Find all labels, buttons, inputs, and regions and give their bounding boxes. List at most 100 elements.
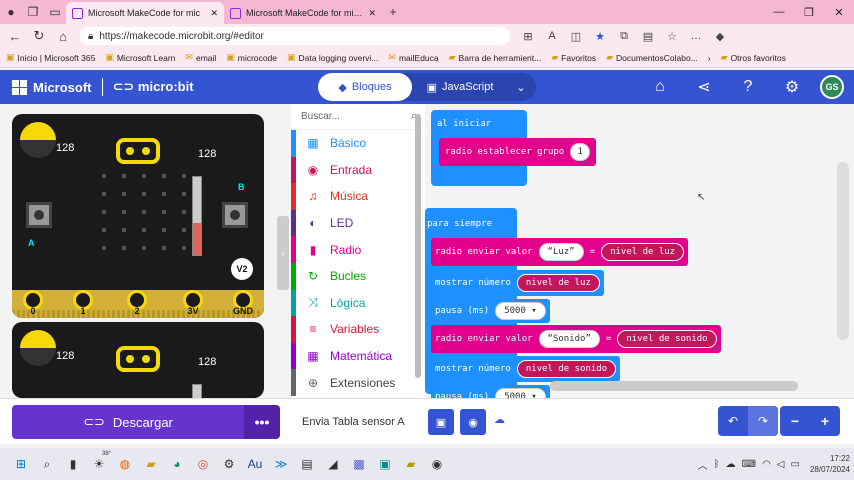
share-icon[interactable]: ⋖ [682, 77, 726, 97]
windows-start-icon[interactable]: ⊞ [10, 453, 32, 475]
toolbox-scrollbar[interactable] [415, 114, 421, 378]
teams-icon[interactable]: ▩ [348, 453, 370, 475]
bookmark-item[interactable]: ▰ Barra de herramient... [449, 52, 542, 63]
chrome-icon[interactable]: ◎ [192, 453, 214, 475]
sound-level-reporter[interactable]: nivel de sonido [617, 330, 717, 348]
home-icon[interactable]: ⌂ [52, 25, 74, 47]
tab-actions-icon[interactable]: ▭ [44, 1, 66, 23]
bookmark-item[interactable]: ✉ email [185, 52, 216, 63]
close-tab-icon[interactable]: ✕ [210, 8, 218, 19]
workspace-vertical-scrollbar[interactable] [837, 162, 849, 340]
file-explorer-icon[interactable]: ▰ [140, 453, 162, 475]
task-view-icon[interactable]: ▮ [62, 453, 84, 475]
edge-icon[interactable]: ◕ [166, 453, 188, 475]
toolbox-category-matematica[interactable]: ▦ Matemática [291, 342, 425, 370]
temperature-slider[interactable] [192, 176, 202, 256]
microbit-logo[interactable]: ⊂⊃ micro:bit [113, 79, 194, 95]
toolbox-category-led[interactable]: ◐ LED [291, 209, 425, 237]
home-icon[interactable]: ⌂ [638, 78, 682, 96]
collapse-simulator-handle[interactable]: ‹ [277, 216, 289, 290]
pin-gnd[interactable]: GND [230, 290, 256, 318]
save-button[interactable]: ▣ [428, 409, 454, 435]
toolbox-category-extensiones[interactable]: ⊕ Extensiones [291, 369, 425, 396]
profile-icon[interactable]: ● [0, 1, 22, 23]
pin-3v[interactable]: 3V [180, 290, 206, 318]
microbit-logo-face[interactable] [116, 138, 160, 164]
pause-block[interactable]: pausa (ms) 5000 ▾ [431, 385, 550, 398]
bookmark-item[interactable]: ▣ Microsoft Learn [105, 52, 175, 63]
toolbox-category-variables[interactable]: ≡ Variables [291, 316, 425, 343]
extensions-icon[interactable]: ⧉ [614, 30, 634, 43]
light-level-reporter[interactable]: nivel de luz [601, 243, 685, 261]
bookmark-item[interactable]: ▣ microcode [226, 52, 277, 63]
inkscape-icon[interactable]: ◢ [322, 453, 344, 475]
wifi-icon[interactable]: ◠ [762, 459, 771, 470]
chevron-down-icon[interactable]: ⌄ [508, 81, 534, 94]
sound-level-reporter[interactable]: nivel de sonido [516, 360, 617, 378]
microbit-logo-face[interactable] [116, 346, 160, 372]
workspaces-icon[interactable]: ❐ [22, 1, 44, 23]
browser-menu-icon[interactable]: … [686, 30, 706, 43]
battery-icon[interactable]: ▭ [791, 459, 800, 470]
url-input[interactable]: 🔒︎ https://makecode.microbit.org/#editor [80, 27, 510, 45]
audition-icon[interactable]: Au [244, 453, 266, 475]
undo-icon[interactable]: ↶ [718, 406, 748, 436]
javascript-mode-button[interactable]: ▣ JavaScript [412, 73, 508, 101]
toolbox-category-radio[interactable]: ▮ Radio [291, 236, 425, 263]
firefox-icon[interactable]: ◍ [114, 453, 136, 475]
show-hidden-icons-icon[interactable]: ︿ [698, 457, 708, 472]
toolbox-category-bucles[interactable]: ↻ Bucles [291, 262, 425, 290]
pin-2[interactable]: 2 [124, 290, 150, 318]
restore-icon[interactable]: ❐ [794, 6, 824, 19]
radio-send-value-block[interactable]: radio enviar valor “ Luz ” = nivel de lu… [431, 238, 689, 266]
bookmark-item[interactable]: ▣ Inicio | Microsoft 365 [6, 52, 95, 63]
radio-send-value-block[interactable]: radio enviar valor “ Sonido ” = nivel de… [431, 325, 721, 353]
minimize-icon[interactable]: — [764, 6, 794, 19]
more-options-button[interactable]: ••• [244, 405, 280, 439]
button-b[interactable] [222, 202, 248, 228]
string-value[interactable]: “ Luz ” [538, 243, 584, 261]
pause-block[interactable]: pausa (ms) 5000 ▾ [431, 299, 550, 323]
tab-makecode-1[interactable]: Microsoft MakeCode for mic ✕ [66, 2, 224, 24]
avatar[interactable]: GS [820, 75, 844, 99]
pause-dropdown[interactable]: 5000 ▾ [495, 388, 546, 398]
microbit-simulator[interactable]: 128 128 A B V2 0 1 2 3V GND [12, 114, 264, 318]
weather-icon[interactable]: ☀ 38° [88, 451, 111, 475]
workspace-horizontal-scrollbar[interactable] [550, 381, 798, 391]
bookmark-item[interactable]: ✉ mailEduca [388, 52, 438, 63]
blocks-mode-button[interactable]: ◆ Bloques [318, 73, 412, 101]
light-level-sensor[interactable] [20, 122, 56, 158]
copilot-icon[interactable]: ◆ [710, 30, 730, 43]
cloud-sync-icon[interactable]: ☁ [494, 413, 505, 426]
help-icon[interactable]: ? [726, 78, 770, 96]
toolbox-category-musica[interactable]: ♫ Música [291, 183, 425, 210]
notepad-icon[interactable]: ▤ [296, 453, 318, 475]
clock[interactable]: 17:22 28/07/2024 [810, 453, 850, 475]
volume-icon[interactable]: ◁ [777, 459, 785, 470]
bookmark-item[interactable]: ▣ Data logging overvi... [287, 52, 378, 63]
show-number-block[interactable]: mostrar número nivel de sonido [431, 356, 621, 382]
keyboard-icon[interactable]: ⌨ [742, 459, 756, 470]
temperature-slider[interactable] [192, 384, 202, 398]
settings-gear-icon[interactable]: ⚙ [770, 77, 814, 97]
split-screen-icon[interactable]: ◫ [566, 30, 586, 43]
close-window-icon[interactable]: ✕ [824, 6, 854, 19]
favorites-icon[interactable]: ☆ [662, 30, 682, 43]
search-icon[interactable]: ⌕ [36, 453, 58, 475]
read-aloud-icon[interactable]: A [542, 30, 562, 43]
button-a[interactable] [26, 202, 52, 228]
app-icon[interactable]: ▣ [374, 453, 396, 475]
github-button[interactable]: ◉ [460, 409, 486, 435]
pause-dropdown[interactable]: 5000 ▾ [495, 302, 546, 320]
collections-icon[interactable]: ▤ [638, 30, 658, 43]
microbit-simulator-2[interactable]: 128 128 [12, 322, 264, 398]
light-level-sensor[interactable] [20, 330, 56, 366]
settings-gear-icon[interactable]: ⚙ [218, 453, 240, 475]
favorite-star-icon[interactable]: ★ [590, 30, 610, 43]
radio-set-group-block[interactable]: radio establecer grupo 1 [439, 138, 597, 166]
string-value[interactable]: “ Sonido ” [538, 330, 600, 348]
obs-icon[interactable]: ◉ [426, 453, 448, 475]
back-icon[interactable]: ← [4, 25, 26, 47]
toolbox-category-entrada[interactable]: ◉ Entrada [291, 156, 425, 184]
light-level-reporter[interactable]: nivel de luz [516, 274, 600, 292]
